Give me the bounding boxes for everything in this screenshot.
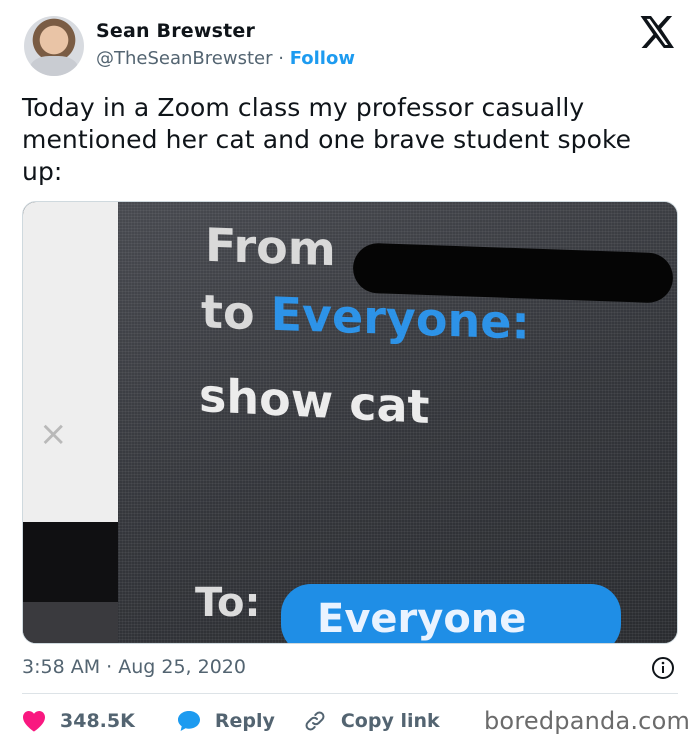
like-count: 348.5K xyxy=(60,710,135,732)
tweet-timestamp[interactable]: 3:58 AM · Aug 25, 2020 xyxy=(22,656,246,678)
speech-bubble-icon xyxy=(177,711,200,731)
avatar-shirt xyxy=(30,56,78,76)
x-logo-icon[interactable] xyxy=(640,16,676,48)
like-button[interactable]: 348.5K xyxy=(22,710,135,732)
divider xyxy=(22,693,678,694)
photo-left-panel xyxy=(23,202,118,522)
close-icon: × xyxy=(39,414,68,454)
chat-recipient-line: to Everyone: xyxy=(201,284,530,349)
tweet-media[interactable]: × From to Everyone: show cat To: Everyon… xyxy=(22,201,678,644)
copy-link-button[interactable]: Copy link xyxy=(303,709,440,733)
tweet-actions: 348.5K Reply Copy link xyxy=(22,706,440,736)
avatar[interactable] xyxy=(24,16,84,76)
photo-left-dark-panel xyxy=(23,522,118,602)
reply-label: Reply xyxy=(214,710,275,732)
info-icon[interactable] xyxy=(651,656,675,680)
link-icon xyxy=(305,711,325,731)
chat-to-prefix: to xyxy=(201,284,271,341)
reply-button[interactable]: Reply xyxy=(177,710,275,732)
author-handle-row: @TheSeanBrewster · Follow xyxy=(96,48,355,69)
author-name[interactable]: Sean Brewster xyxy=(96,20,255,42)
follow-button[interactable]: Follow xyxy=(290,48,355,69)
handle-separator: · xyxy=(278,48,284,69)
copy-link-label: Copy link xyxy=(340,710,440,732)
to-label: To: xyxy=(195,580,261,626)
photo-left-bottom-panel xyxy=(23,602,118,643)
recipient-pill: Everyone xyxy=(281,584,621,643)
tweet-text: Today in a Zoom class my professor casua… xyxy=(22,93,632,186)
watermark: boredpanda.com xyxy=(484,707,691,735)
chat-from-label: From xyxy=(205,217,336,277)
recipient-pill-label: Everyone xyxy=(317,596,527,642)
heart-icon xyxy=(23,711,45,732)
chat-to-target: Everyone: xyxy=(270,286,530,350)
author-handle[interactable]: @TheSeanBrewster xyxy=(96,48,272,69)
